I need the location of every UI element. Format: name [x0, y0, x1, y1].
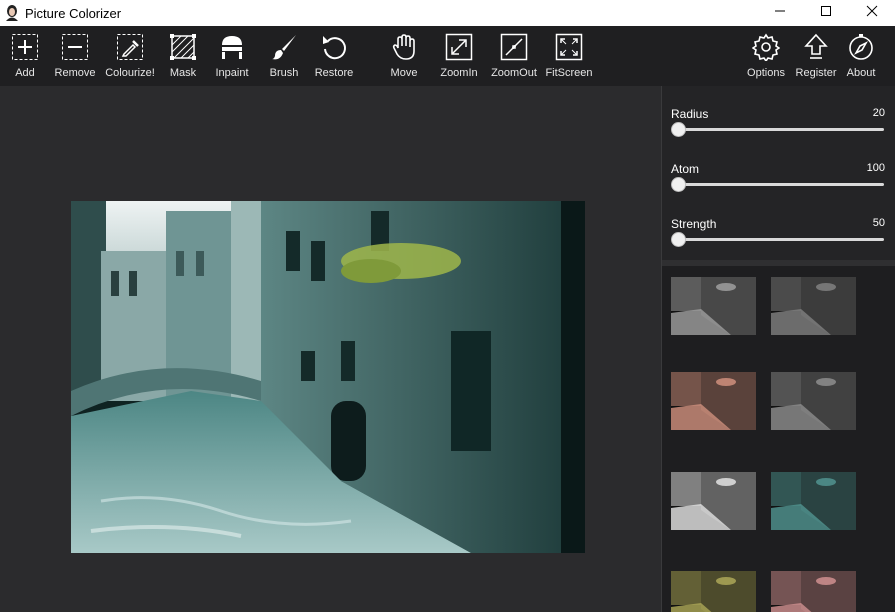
restore-button[interactable]: Restore: [304, 32, 364, 79]
hand-icon: [389, 32, 419, 62]
preset-thumbnail[interactable]: [671, 472, 756, 530]
zoomout-button[interactable]: ZoomOut: [484, 32, 544, 79]
preset-thumbnail[interactable]: [771, 277, 856, 335]
strength-slider[interactable]: Strength 50: [671, 217, 885, 257]
strength-slider-thumb[interactable]: [671, 232, 686, 247]
zoom-in-icon: [444, 32, 474, 62]
preset-thumbnail[interactable]: [671, 571, 756, 612]
remove-icon: [60, 32, 90, 62]
minimize-button[interactable]: [757, 0, 803, 22]
about-button[interactable]: About: [831, 32, 891, 79]
preset-thumbnails: [662, 266, 895, 612]
radius-slider-thumb[interactable]: [671, 122, 686, 137]
zoom-out-icon: [499, 32, 529, 62]
maximize-button[interactable]: [803, 0, 849, 22]
strength-slider-track[interactable]: [673, 238, 884, 241]
image-canvas[interactable]: [0, 86, 661, 612]
zoomin-button[interactable]: ZoomIn: [429, 32, 489, 79]
settings-panel: Radius 20 Atom 100 Strength 50: [661, 86, 895, 612]
radius-slider-track[interactable]: [673, 128, 884, 131]
inpaint-icon: [217, 32, 247, 62]
app-logo-icon: [4, 4, 20, 22]
remove-button[interactable]: Remove: [45, 32, 105, 79]
title-bar: Picture Colorizer: [0, 0, 895, 26]
add-icon: [10, 32, 40, 62]
atom-slider-thumb[interactable]: [671, 177, 686, 192]
preset-thumbnail[interactable]: [771, 472, 856, 530]
atom-slider-track[interactable]: [673, 183, 884, 186]
compass-icon: [846, 32, 876, 62]
preset-thumbnail[interactable]: [671, 277, 756, 335]
photo-venice-canal[interactable]: [71, 201, 585, 553]
fit-screen-icon: [554, 32, 584, 62]
preset-thumbnail[interactable]: [771, 571, 856, 612]
close-button[interactable]: [849, 0, 895, 22]
move-button[interactable]: Move: [374, 32, 434, 79]
preset-thumbnail[interactable]: [671, 372, 756, 430]
undo-icon: [319, 32, 349, 62]
toolbar: Add Remove Colourize! Mask Inpaint Brush…: [0, 26, 895, 86]
radius-slider[interactable]: Radius 20: [671, 107, 885, 147]
atom-slider[interactable]: Atom 100: [671, 162, 885, 202]
colourize-button[interactable]: Colourize!: [100, 32, 160, 79]
sliders-section: Radius 20 Atom 100 Strength 50: [662, 86, 895, 260]
preset-thumbnail[interactable]: [771, 372, 856, 430]
mask-icon: [168, 32, 198, 62]
window-title: Picture Colorizer: [25, 5, 122, 21]
upload-arrow-icon: [801, 32, 831, 62]
gear-icon: [751, 32, 781, 62]
eyedropper-icon: [115, 32, 145, 62]
inpaint-button[interactable]: Inpaint: [202, 32, 262, 79]
fitscreen-button[interactable]: FitScreen: [539, 32, 599, 79]
brush-icon: [269, 32, 299, 62]
